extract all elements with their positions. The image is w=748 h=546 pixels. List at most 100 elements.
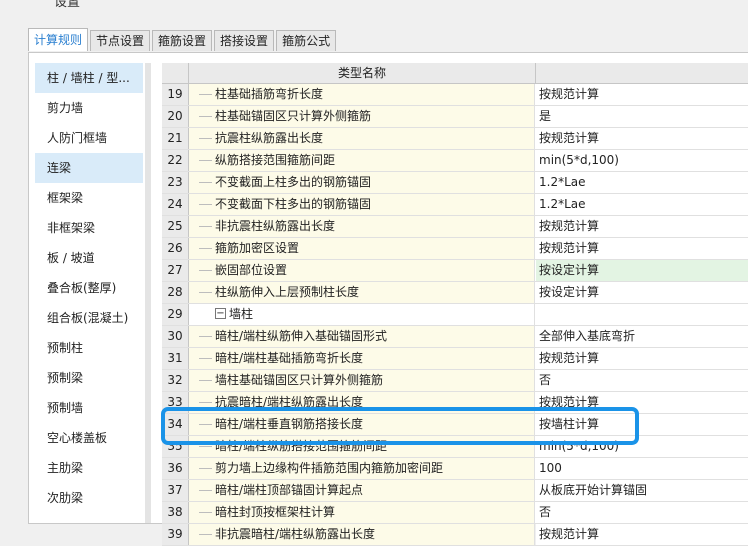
sidebar-item-non-frame-beam[interactable]: 非框架梁 <box>35 213 143 243</box>
row-value[interactable]: 按规范计算 <box>536 84 748 105</box>
row-value[interactable]: 按设定计算 <box>536 282 748 303</box>
settings-panel: 柱 / 墙柱 / 型... 剪力墙 人防门框墙 连梁 框架梁 非框架梁 板 / … <box>28 52 748 546</box>
table-row[interactable]: 25 非抗震柱纵筋露出长度 按规范计算 <box>162 216 748 238</box>
table-header: 类型名称 <box>162 63 748 84</box>
tab-stirrup-formula[interactable]: 箍筋公式 <box>276 30 337 51</box>
table-row[interactable]: 19 柱基础插筋弯折长度 按规范计算 <box>162 84 748 106</box>
table-row[interactable]: 27 嵌固部位设置 按设定计算 <box>162 260 748 282</box>
row-number: 33 <box>162 392 189 413</box>
tab-stirrup-settings[interactable]: 箍筋设置 <box>152 30 213 51</box>
table-row[interactable]: 34 暗柱/端柱垂直钢筋搭接长度 按墙柱计算 <box>162 414 748 436</box>
row-type-name: 墙柱基础锚固区只计算外侧箍筋 <box>189 370 535 391</box>
sidebar-item-civil-defense-door-wall[interactable]: 人防门框墙 <box>35 123 143 153</box>
tab-calc-rules[interactable]: 计算规则 <box>28 28 89 51</box>
row-value[interactable]: 按规范计算 <box>536 524 748 545</box>
group-label: 墙柱 <box>229 307 254 321</box>
row-number: 28 <box>162 282 189 303</box>
sidebar-item-shear-wall[interactable]: 剪力墙 <box>35 93 143 123</box>
table-row[interactable]: 29− 墙柱 <box>162 304 748 326</box>
row-number: 38 <box>162 502 189 523</box>
sidebar-item-coupling-beam[interactable]: 连梁 <box>35 153 143 183</box>
row-value[interactable]: 否 <box>536 502 748 523</box>
table-row[interactable]: 32 墙柱基础锚固区只计算外侧箍筋否 <box>162 370 748 392</box>
row-type-name: 不变截面上柱多出的钢筋锚固 <box>189 172 535 193</box>
table-row[interactable]: 30 暗柱/端柱纵筋伸入基础锚固形式 全部伸入基底弯折 <box>162 326 748 348</box>
component-type-list: 柱 / 墙柱 / 型... 剪力墙 人防门框墙 连梁 框架梁 非框架梁 板 / … <box>35 63 143 523</box>
table-row[interactable]: 28 柱纵筋伸入上层预制柱长度 按设定计算 <box>162 282 748 304</box>
row-value[interactable]: 是 <box>536 106 748 127</box>
sidebar-item-column[interactable]: 柱 / 墙柱 / 型... <box>35 63 143 93</box>
row-value[interactable]: 按规范计算 <box>536 128 748 149</box>
table-row[interactable]: 21 抗震柱纵筋露出长度 按规范计算 <box>162 128 748 150</box>
row-number: 37 <box>162 480 189 501</box>
tab-bar: 计算规则 节点设置 箍筋设置 搭接设置 箍筋公式 <box>28 28 338 52</box>
row-value[interactable]: 按规范计算 <box>536 392 748 413</box>
row-value[interactable]: 从板底开始计算锚固 <box>536 480 748 501</box>
row-type-name: 暗柱/端柱垂直钢筋搭接长度 <box>189 414 535 435</box>
sidebar-item-slab-ramp[interactable]: 板 / 坡道 <box>35 243 143 273</box>
table-row[interactable]: 24 不变截面下柱多出的钢筋锚固 1.2*Lae <box>162 194 748 216</box>
table-row[interactable]: 22 纵筋搭接范围箍筋间距 min(5*d,100) <box>162 150 748 172</box>
row-number: 39 <box>162 524 189 545</box>
row-type-name: 箍筋加密区设置 <box>189 238 535 259</box>
row-type-name: 暗柱/端柱纵筋伸入基础锚固形式 <box>189 326 535 347</box>
sidebar-item-precast-column[interactable]: 预制柱 <box>35 333 143 363</box>
sidebar-scrollbar[interactable] <box>145 63 151 523</box>
row-number: 25 <box>162 216 189 237</box>
row-number: 31 <box>162 348 189 369</box>
sidebar-item-hollow-floor-slab[interactable]: 空心楼盖板 <box>35 423 143 453</box>
sidebar-item-secondary-rib-beam[interactable]: 次肋梁 <box>35 483 143 513</box>
row-value[interactable] <box>536 304 748 325</box>
row-value[interactable]: 按墙柱计算 <box>536 414 748 435</box>
row-number: 23 <box>162 172 189 193</box>
rules-table: 类型名称 19 柱基础插筋弯折长度 按规范计算 20 柱基础锚固区只计算外侧箍筋是 21 抗… <box>162 63 748 546</box>
table-row[interactable]: 33 抗震暗柱/端柱纵筋露出长度 按规范计算 <box>162 392 748 414</box>
table-row[interactable]: 38 暗柱封顶按框架柱计算否 <box>162 502 748 524</box>
row-number: 29 <box>162 304 189 325</box>
header-num-cell <box>162 63 189 83</box>
row-type-name: 剪力墙上边缘构件插筋范围内箍筋加密间距 <box>189 458 535 479</box>
row-type-name: 纵筋搭接范围箍筋间距 <box>189 150 535 171</box>
row-type-name: 暗柱封顶按框架柱计算 <box>189 502 535 523</box>
row-value[interactable]: min(5*d,100) <box>536 150 748 171</box>
row-type-name: − 墙柱 <box>189 304 535 325</box>
tab-node-settings[interactable]: 节点设置 <box>90 30 151 51</box>
header-type-name: 类型名称 <box>189 63 536 83</box>
collapse-toggle-icon[interactable]: − <box>215 308 226 319</box>
sidebar-item-precast-wall[interactable]: 预制墙 <box>35 393 143 423</box>
table-row[interactable]: 36 剪力墙上边缘构件插筋范围内箍筋加密间距 100 <box>162 458 748 480</box>
row-value[interactable]: 1.2*Lae <box>536 194 748 215</box>
row-value[interactable]: 按设定计算 <box>536 260 748 281</box>
row-type-name: 暗柱/端柱纵筋搭接范围箍筋间距 <box>189 436 535 457</box>
row-number: 36 <box>162 458 189 479</box>
row-value[interactable]: 否 <box>536 370 748 391</box>
sidebar-item-frame-beam[interactable]: 框架梁 <box>35 183 143 213</box>
row-value[interactable]: 按规范计算 <box>536 216 748 237</box>
table-row[interactable]: 20 柱基础锚固区只计算外侧箍筋是 <box>162 106 748 128</box>
tab-lap-settings[interactable]: 搭接设置 <box>214 30 275 51</box>
sidebar-item-composite-slab-full[interactable]: 叠合板(整厚) <box>35 273 143 303</box>
row-number: 24 <box>162 194 189 215</box>
row-value[interactable]: 1.2*Lae <box>536 172 748 193</box>
sidebar-item-precast-beam[interactable]: 预制梁 <box>35 363 143 393</box>
table-row[interactable]: 31 暗柱/端柱基础插筋弯折长度 按规范计算 <box>162 348 748 370</box>
row-number: 26 <box>162 238 189 259</box>
row-type-name: 柱基础锚固区只计算外侧箍筋 <box>189 106 535 127</box>
row-value[interactable]: min(5*d,100) <box>536 436 748 457</box>
row-type-name: 暗柱/端柱基础插筋弯折长度 <box>189 348 535 369</box>
sidebar-item-main-rib-beam[interactable]: 主肋梁 <box>35 453 143 483</box>
row-number: 27 <box>162 260 189 281</box>
table-row[interactable]: 35 暗柱/端柱纵筋搭接范围箍筋间距 min(5*d,100) <box>162 436 748 458</box>
row-value[interactable]: 100 <box>536 458 748 479</box>
row-value[interactable]: 按规范计算 <box>536 238 748 259</box>
row-number: 22 <box>162 150 189 171</box>
table-row[interactable]: 23 不变截面上柱多出的钢筋锚固 1.2*Lae <box>162 172 748 194</box>
table-row[interactable]: 37 暗柱/端柱顶部锚固计算起点 从板底开始计算锚固 <box>162 480 748 502</box>
row-type-name: 柱基础插筋弯折长度 <box>189 84 535 105</box>
row-value[interactable]: 按规范计算 <box>536 348 748 369</box>
row-value[interactable]: 全部伸入基底弯折 <box>536 326 748 347</box>
table-row[interactable]: 39 非抗震暗柱/端柱纵筋露出长度 按规范计算 <box>162 524 748 546</box>
table-row[interactable]: 26 箍筋加密区设置 按规范计算 <box>162 238 748 260</box>
row-number: 32 <box>162 370 189 391</box>
sidebar-item-composite-slab-concrete[interactable]: 组合板(混凝土) <box>35 303 143 333</box>
